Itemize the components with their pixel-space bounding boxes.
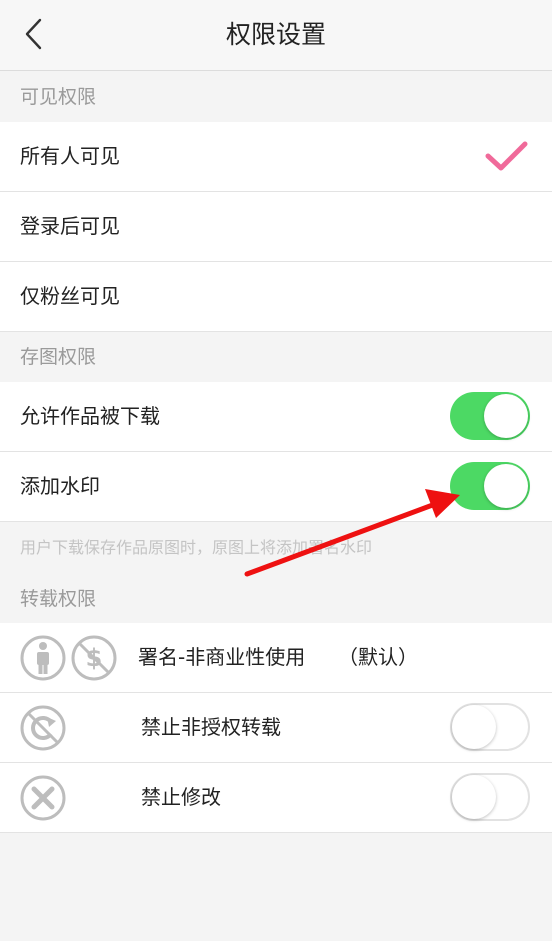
no-repost-toggle[interactable]	[450, 703, 530, 751]
option-label: 所有人可见	[20, 144, 120, 168]
toggle-knob	[484, 394, 528, 438]
watermark-hint: 用户下载保存作品原图时，原图上将添加署名水印	[20, 538, 373, 557]
toggle-knob	[484, 464, 528, 508]
option-login-visible[interactable]: 登录后可见	[0, 192, 552, 262]
default-tag: （默认）	[338, 645, 418, 669]
toggle-knob	[452, 775, 496, 819]
checkmark-icon	[485, 141, 528, 171]
allow-download-label: 允许作品被下载	[20, 404, 160, 428]
no-commercial-icon: $	[71, 635, 117, 681]
option-label: 仅粉丝可见	[20, 284, 120, 308]
no-modify-icon	[20, 775, 66, 821]
section-title-visibility: 可见权限	[20, 86, 97, 108]
option-label: 登录后可见	[20, 214, 120, 238]
section-title-repost: 转载权限	[20, 588, 97, 610]
option-everyone-visible[interactable]: 所有人可见	[0, 122, 552, 192]
top-bar: 权限设置	[0, 0, 552, 71]
option-fans-visible[interactable]: 仅粉丝可见	[0, 262, 552, 332]
no-modify-toggle[interactable]	[450, 773, 530, 821]
person-icon	[20, 635, 66, 681]
watermark-row: 添加水印	[0, 452, 552, 522]
watermark-label: 添加水印	[20, 474, 100, 498]
attribution-row[interactable]: $ 署名-非商业性使用 （默认）	[0, 623, 552, 693]
allow-download-row: 允许作品被下载	[0, 382, 552, 452]
page-title: 权限设置	[225, 20, 326, 49]
watermark-toggle[interactable]	[450, 462, 530, 510]
no-repost-icon	[20, 705, 66, 751]
attribution-label: 署名-非商业性使用	[138, 645, 306, 669]
no-modify-row: 禁止修改	[0, 763, 552, 833]
allow-download-toggle[interactable]	[450, 392, 530, 440]
section-title-save: 存图权限	[20, 346, 97, 368]
toggle-knob	[452, 705, 496, 749]
no-repost-row: 禁止非授权转载	[0, 693, 552, 763]
no-repost-label: 禁止非授权转载	[141, 715, 281, 739]
no-modify-label: 禁止修改	[141, 785, 221, 809]
